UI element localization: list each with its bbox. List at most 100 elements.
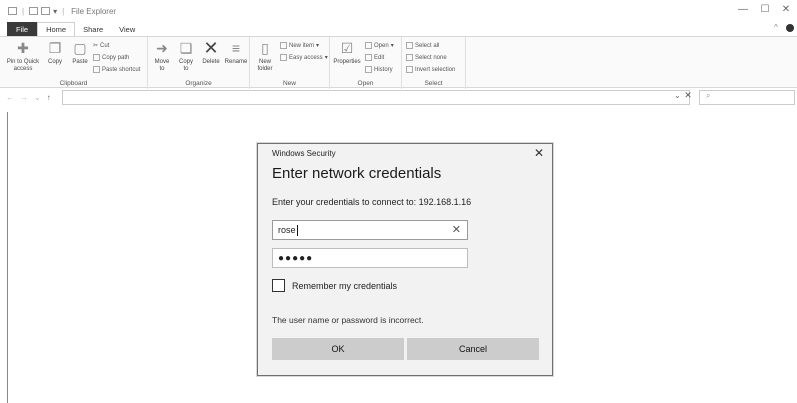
navigation-pane-edge [7, 112, 8, 403]
up-arrow-icon[interactable]: ↑ [47, 93, 51, 102]
maximize-button[interactable]: ☐ [755, 4, 775, 15]
expand-ribbon-icon[interactable]: ^ [774, 23, 778, 32]
delete-icon: ✕ [203, 37, 219, 58]
search-icon: ⌕ [706, 91, 711, 100]
clear-username-icon[interactable]: ✕ [452, 223, 461, 236]
pin-to-quick-access-button[interactable]: ✚ Pin to Quick access [6, 40, 40, 73]
password-field[interactable]: ●●●●● [272, 248, 468, 268]
copy-path-button[interactable]: Copy path [93, 54, 129, 61]
tab-file[interactable]: File [7, 22, 38, 36]
new-item-icon [280, 42, 287, 49]
move-to-label: Move to [154, 59, 170, 72]
username-value: rose [278, 225, 296, 235]
paste-shortcut-icon [93, 66, 100, 73]
easy-access-chevron-icon: ▾ [324, 55, 328, 61]
tab-home[interactable]: Home [37, 22, 76, 36]
delete-label: Delete [202, 59, 220, 65]
copy-path-label: Copy path [102, 54, 130, 61]
copy-path-icon [93, 54, 100, 61]
file-explorer-window: | ▾ | File Explorer — ☐ ✕ File Home Shar… [0, 0, 797, 403]
easy-access-label: Easy access [289, 54, 323, 61]
select-none-button[interactable]: Select none [406, 54, 447, 61]
open-label: Open [374, 42, 389, 49]
new-group: ▯ New folder New item ▾ Easy access ▾ Ne… [250, 37, 330, 89]
organize-group: ➜ Move to ❏ Copy to ✕ Delete ≡ Rename Or… [148, 37, 250, 89]
remember-credentials-checkbox[interactable] [272, 279, 285, 292]
open-group-label: Open [357, 80, 374, 87]
cut-icon: ✂ [93, 43, 99, 49]
new-folder-label: New folder [257, 59, 273, 72]
delete-button[interactable]: ✕ Delete [200, 37, 222, 66]
paste-icon: ▢ [73, 39, 87, 56]
select-all-label: Select all [415, 42, 440, 49]
history-button[interactable]: History [365, 66, 393, 73]
select-all-button[interactable]: Select all [406, 42, 439, 49]
new-group-label: New [282, 80, 296, 87]
open-button[interactable]: Open ▾ [365, 42, 394, 49]
properties-label: Properties [333, 59, 361, 65]
new-folder-button[interactable]: ▯ New folder [254, 40, 276, 73]
remember-credentials-row[interactable]: Remember my credentials [272, 279, 397, 292]
properties-qat-icon[interactable] [29, 7, 39, 15]
copy-button[interactable]: ❐ Copy [46, 40, 64, 66]
toolbar-separator: | [22, 6, 25, 16]
paste-label: Paste [72, 59, 88, 65]
new-item-button[interactable]: New item ▾ [280, 42, 319, 49]
ribbon: ✚ Pin to Quick access ❐ Copy ▢ Paste ✂ C… [0, 36, 797, 89]
copy-label: Copy [47, 59, 62, 65]
title-bar: | ▾ | File Explorer — ☐ ✕ [0, 0, 797, 22]
dialog-heading: Enter network credentials [272, 165, 442, 182]
pin-label: Pin to Quick access [6, 59, 40, 72]
easy-access-button[interactable]: Easy access ▾ [280, 54, 328, 61]
dialog-close-icon[interactable]: ✕ [534, 146, 544, 160]
properties-button[interactable]: ☑ Properties [332, 40, 362, 66]
recent-locations-icon[interactable]: ⌄ [34, 93, 41, 102]
dialog-subtitle: Enter your credentials to connect to: 19… [272, 197, 472, 207]
copy-to-button[interactable]: ❏ Copy to [176, 40, 196, 73]
rename-button[interactable]: ≡ Rename [224, 40, 248, 66]
new-item-label: New item [289, 42, 315, 49]
new-folder-qat-icon[interactable] [41, 7, 51, 15]
edit-label: Edit [374, 54, 385, 61]
move-to-icon: ➜ [156, 39, 168, 56]
clipboard-group: ✚ Pin to Quick access ❐ Copy ▢ Paste ✂ C… [0, 37, 148, 89]
copy-to-icon: ❏ [179, 39, 193, 56]
cancel-button[interactable]: Cancel [407, 338, 539, 360]
minimize-button[interactable]: — [733, 4, 753, 15]
search-input[interactable]: ⌕ [699, 90, 795, 105]
customize-qat-icon[interactable]: ▾ [53, 7, 57, 16]
ok-button[interactable]: OK [272, 338, 404, 360]
open-icon [365, 42, 372, 49]
paste-button[interactable]: ▢ Paste [70, 40, 90, 66]
select-group: Select all Select none Invert selection … [402, 37, 466, 89]
tab-view[interactable]: View [111, 22, 143, 36]
easy-access-icon [280, 54, 287, 61]
rename-icon: ≡ [231, 39, 241, 56]
windows-security-dialog: Windows Security ✕ Enter network credent… [257, 143, 553, 376]
invert-selection-label: Invert selection [415, 66, 456, 73]
back-arrow-icon[interactable]: ← [6, 93, 14, 102]
invert-selection-button[interactable]: Invert selection [406, 66, 455, 73]
edit-icon [365, 54, 372, 61]
tab-share[interactable]: Share [75, 22, 111, 36]
forward-arrow-icon[interactable]: → [20, 93, 28, 102]
window-menu-icon[interactable] [8, 7, 17, 15]
open-chevron-icon: ▾ [390, 43, 394, 49]
edit-button[interactable]: Edit [365, 54, 384, 61]
help-icon[interactable] [786, 23, 794, 32]
history-label: History [374, 66, 393, 73]
cut-button[interactable]: ✂ Cut [93, 42, 109, 50]
address-bar[interactable] [62, 90, 690, 105]
clear-address-icon[interactable]: ✕ [680, 90, 696, 104]
copy-to-label: Copy to [178, 59, 193, 72]
close-button[interactable]: ✕ [776, 4, 796, 15]
paste-shortcut-button[interactable]: Paste shortcut [93, 66, 140, 73]
properties-icon: ☑ [340, 39, 354, 56]
username-field[interactable]: rose ✕ [272, 220, 468, 240]
move-to-button[interactable]: ➜ Move to [152, 40, 172, 73]
toolbar-separator: | [62, 6, 65, 16]
ribbon-tabs: File Home Share View [0, 22, 143, 36]
invert-selection-icon [406, 66, 413, 73]
ribbon-controls: ^ [774, 23, 794, 32]
select-none-icon [406, 54, 413, 61]
